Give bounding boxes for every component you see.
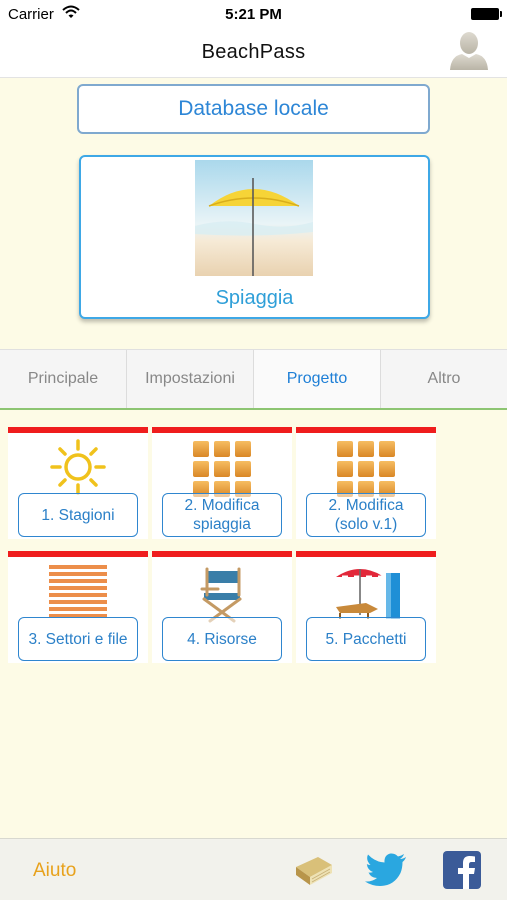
tab-principale[interactable]: Principale: [0, 350, 127, 408]
database-local-button[interactable]: Database locale: [77, 84, 430, 134]
director-chair-icon: [182, 559, 262, 623]
tile-stagioni[interactable]: 1. Stagioni: [8, 427, 148, 539]
tile-bar: [152, 551, 292, 557]
tile-risorse[interactable]: 4. Risorse: [152, 551, 292, 663]
tile-bar: [8, 551, 148, 557]
stagioni-button[interactable]: 1. Stagioni: [18, 493, 138, 537]
tile-settori-e-file[interactable]: 3. Settori e file: [8, 551, 148, 663]
tile-bar: [152, 427, 292, 433]
tile-bar: [296, 551, 436, 557]
sun-icon: [38, 435, 118, 499]
modifica-solo-v1-button[interactable]: 2. Modifica (solo v.1): [306, 493, 426, 537]
grid-icon: [326, 435, 406, 499]
tab-impostazioni[interactable]: Impostazioni: [127, 350, 254, 408]
umbrella-lounger-icon: [326, 559, 406, 623]
beach-umbrella-image: [195, 160, 313, 276]
tile-bar: [8, 427, 148, 433]
bottom-toolbar: Aiuto: [0, 838, 507, 900]
tile-modifica-solo-v1[interactable]: 2. Modifica (solo v.1): [296, 427, 436, 539]
beach-card[interactable]: Spiaggia: [79, 155, 430, 319]
risorse-button[interactable]: 4. Risorse: [162, 617, 282, 661]
pacchetti-button[interactable]: 5. Pacchetti: [306, 617, 426, 661]
tile-bar: [296, 427, 436, 433]
user-profile-icon[interactable]: [447, 28, 491, 72]
tile-modifica-spiaggia[interactable]: 2. Modifica spiaggia: [152, 427, 292, 539]
facebook-icon[interactable]: [443, 851, 481, 889]
battery-icon: [471, 8, 502, 20]
segment-tabs: Principale Impostazioni Progetto Altro: [0, 349, 507, 410]
app-title: BeachPass: [201, 41, 306, 63]
modifica-spiaggia-button[interactable]: 2. Modifica spiaggia: [162, 493, 282, 537]
settori-e-file-button[interactable]: 3. Settori e file: [18, 617, 138, 661]
status-bar: Carrier 5:21 PM: [0, 0, 507, 28]
beach-card-label: Spiaggia: [215, 287, 294, 309]
help-button[interactable]: Aiuto: [33, 860, 76, 882]
status-time: 5:21 PM: [225, 6, 282, 23]
tab-progetto[interactable]: Progetto: [254, 350, 381, 408]
tab-altro[interactable]: Altro: [381, 350, 507, 408]
twitter-icon[interactable]: [364, 852, 408, 888]
striped-blind-icon: [38, 559, 118, 623]
grid-icon: [182, 435, 262, 499]
book-icon[interactable]: [292, 851, 336, 889]
tile-pacchetti[interactable]: 5. Pacchetti: [296, 551, 436, 663]
navigation-bar: BeachPass: [0, 28, 507, 78]
